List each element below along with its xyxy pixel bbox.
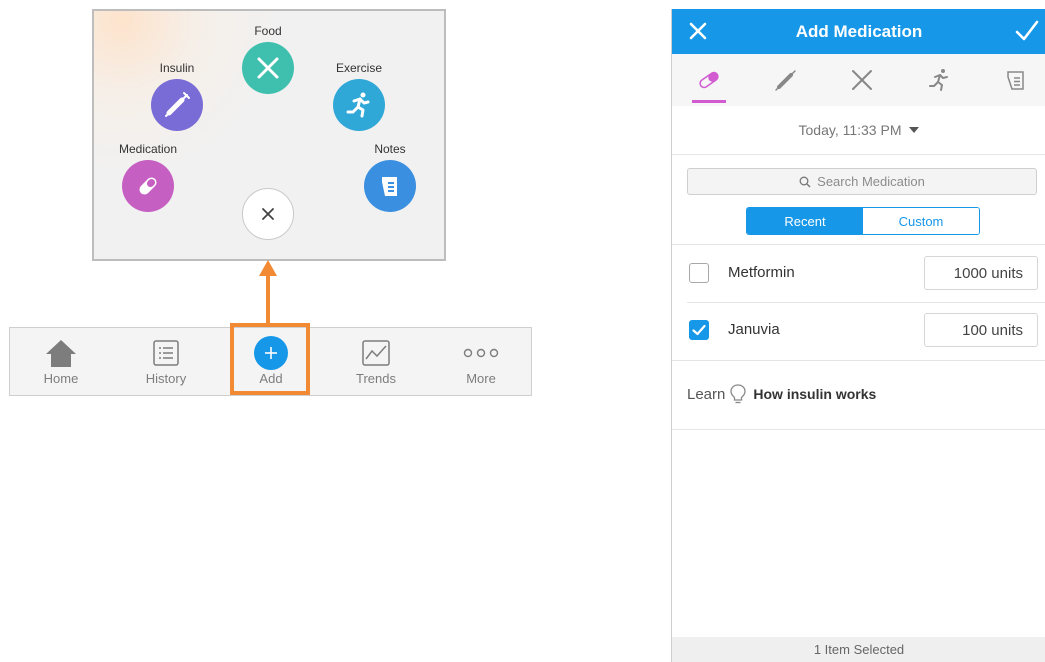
close-icon bbox=[689, 22, 707, 40]
dose-input[interactable]: 100 units bbox=[924, 313, 1038, 347]
running-icon[interactable] bbox=[925, 68, 953, 92]
tab-history[interactable]: History bbox=[126, 328, 206, 395]
learn-label: Learn bbox=[687, 385, 726, 403]
syringe-icon[interactable] bbox=[151, 79, 203, 131]
tab-label: More bbox=[466, 371, 496, 386]
date-time-selector[interactable]: Today, 11:33 PM bbox=[672, 106, 1045, 155]
learn-link[interactable]: Learn How insulin works bbox=[687, 383, 876, 405]
running-icon[interactable] bbox=[333, 79, 385, 131]
entry-type-bar bbox=[672, 54, 1045, 106]
tab-home[interactable]: Home bbox=[21, 328, 101, 395]
tab-label: Trends bbox=[356, 371, 396, 386]
checkbox[interactable] bbox=[689, 263, 709, 283]
search-placeholder: Search Medication bbox=[817, 174, 925, 189]
menu-item-label: Notes bbox=[374, 142, 406, 156]
page-title: Add Medication bbox=[795, 21, 923, 41]
add-medication-screen: Add Medication Today, 11:33 PM Search Me… bbox=[671, 9, 1045, 662]
selection-status-bar: 1 Item Selected bbox=[672, 637, 1045, 662]
menu-item-notes[interactable]: Notes bbox=[350, 142, 430, 212]
checkmark-icon bbox=[1015, 20, 1039, 41]
selection-count: 1 Item Selected bbox=[813, 642, 905, 657]
save-button[interactable] bbox=[1014, 18, 1040, 49]
selected-type-indicator bbox=[692, 100, 726, 103]
lightbulb-icon bbox=[730, 384, 747, 404]
medication-name: Januvia bbox=[728, 321, 780, 338]
menu-item-label: Insulin bbox=[159, 61, 195, 75]
pill-icon[interactable] bbox=[695, 68, 723, 92]
date-label: Today, 11:33 PM bbox=[798, 122, 902, 138]
home-icon bbox=[46, 340, 76, 367]
add-tab-highlight bbox=[230, 323, 310, 395]
row-divider bbox=[672, 429, 1045, 430]
row-divider bbox=[672, 360, 1045, 361]
fork-knife-icon[interactable] bbox=[848, 68, 876, 92]
medication-row[interactable]: Januvia 100 units bbox=[672, 302, 1045, 359]
checkmark-icon bbox=[692, 324, 706, 336]
segment-control: Recent Custom bbox=[746, 207, 980, 235]
medication-row[interactable]: Metformin 1000 units bbox=[672, 245, 1045, 302]
dose-input[interactable]: 1000 units bbox=[924, 256, 1038, 290]
menu-item-exercise[interactable]: Exercise bbox=[319, 61, 399, 131]
chart-icon bbox=[362, 340, 390, 366]
syringe-icon[interactable] bbox=[772, 68, 800, 92]
menu-item-label: Exercise bbox=[335, 61, 382, 75]
caret-down-icon bbox=[909, 127, 920, 133]
menu-item-insulin[interactable]: Insulin bbox=[137, 61, 217, 131]
close-menu-button[interactable] bbox=[242, 188, 294, 240]
menu-item-food[interactable]: Food bbox=[228, 24, 308, 94]
menu-item-label: Medication bbox=[118, 142, 178, 156]
search-area: Search Medication Recent Custom bbox=[672, 155, 1045, 245]
fork-knife-icon[interactable] bbox=[242, 42, 294, 94]
tab-trends[interactable]: Trends bbox=[336, 328, 416, 395]
menu-item-medication[interactable]: Medication bbox=[108, 142, 188, 212]
more-icon bbox=[463, 348, 499, 358]
close-icon bbox=[262, 208, 274, 220]
pill-icon[interactable] bbox=[122, 160, 174, 212]
list-icon bbox=[153, 340, 179, 366]
checkbox-checked[interactable] bbox=[689, 320, 709, 340]
notes-icon[interactable] bbox=[1002, 68, 1030, 92]
segment-recent[interactable]: Recent bbox=[747, 208, 863, 234]
add-menu-panel: Food Insulin Exercise Medication Notes bbox=[92, 9, 446, 261]
tab-more[interactable]: More bbox=[441, 328, 521, 395]
nav-bar: Add Medication bbox=[672, 9, 1045, 54]
notes-icon[interactable] bbox=[364, 160, 416, 212]
annotation-arrow bbox=[266, 276, 270, 324]
segment-custom[interactable]: Custom bbox=[863, 208, 979, 234]
menu-item-label: Food bbox=[254, 24, 282, 38]
tab-label: History bbox=[145, 371, 187, 386]
search-icon bbox=[799, 176, 811, 187]
tab-label: Home bbox=[43, 371, 79, 386]
search-input[interactable]: Search Medication bbox=[687, 168, 1037, 195]
close-button[interactable] bbox=[687, 20, 709, 47]
annotation-arrow-head bbox=[259, 260, 277, 276]
medication-name: Metformin bbox=[728, 264, 795, 281]
learn-topic: How insulin works bbox=[753, 386, 877, 402]
